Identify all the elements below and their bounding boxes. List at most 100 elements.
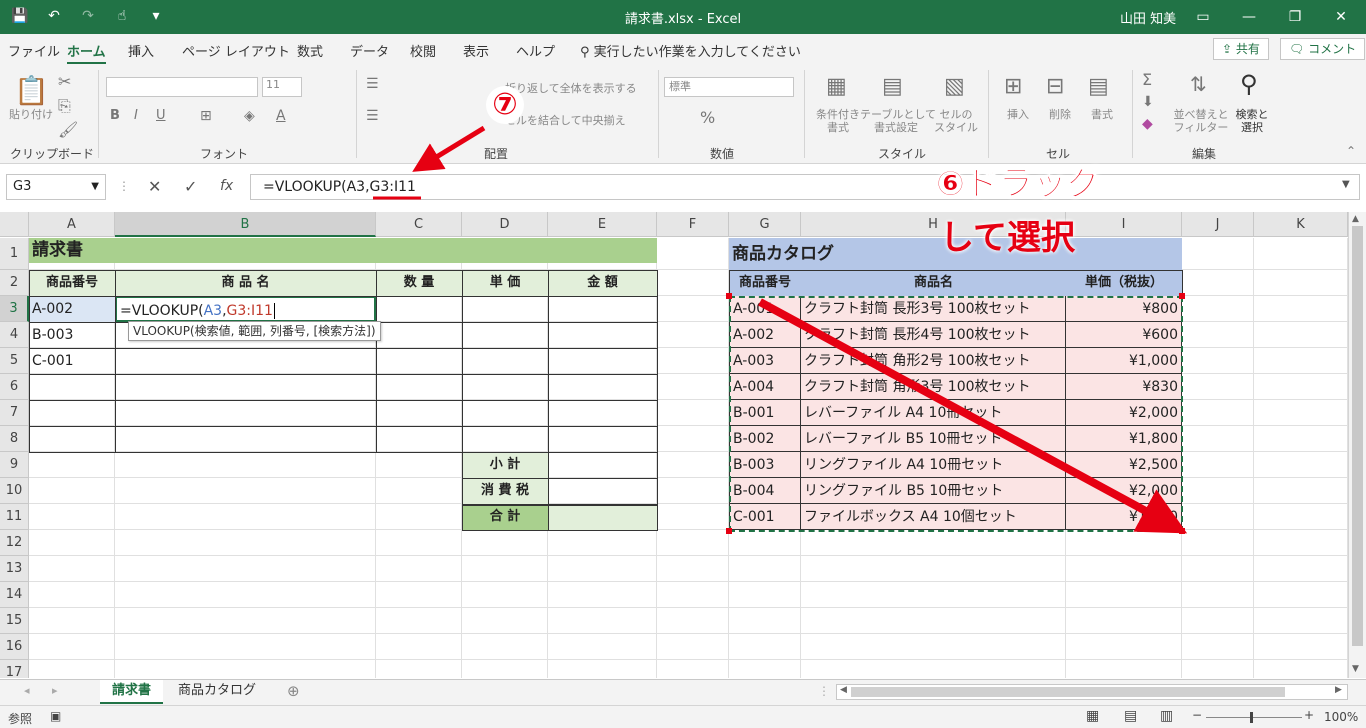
add-sheet-icon[interactable]: ⊕ [287,682,300,700]
format-painter-icon[interactable]: 🖌 [58,120,78,139]
catalog-code-cell[interactable]: A-002 [729,322,801,348]
redo-icon[interactable]: ↷ [78,6,98,26]
catalog-price-cell[interactable]: ¥2,500 [1066,452,1182,478]
zoom-slider[interactable] [1206,717,1302,718]
catalog-name-cell[interactable]: リングファイル B5 10冊セット [801,478,1066,504]
row-header-1[interactable]: 1 [0,238,29,270]
page-layout-view-icon[interactable]: ▤ [1124,708,1137,724]
underline-icon[interactable]: U [156,108,166,123]
page-break-view-icon[interactable]: ▥ [1160,708,1173,724]
bold-icon[interactable]: B [110,108,120,123]
borders-icon[interactable]: ⊞ [200,108,212,124]
clear-icon[interactable]: ◆ [1142,116,1153,132]
catalog-price-cell[interactable]: ¥800 [1066,296,1182,322]
normal-view-icon[interactable]: ▦ [1086,708,1099,724]
tax-label[interactable]: 消 費 税 [462,478,548,504]
row-header-13[interactable]: 13 [0,556,29,582]
scroll-right-icon[interactable]: ▶ [1335,685,1342,695]
selection-handle[interactable] [1179,528,1185,534]
catalog-code-cell[interactable]: B-003 [729,452,801,478]
zoom-slider-thumb[interactable] [1250,712,1253,723]
row-header-15[interactable]: 15 [0,608,29,634]
percent-icon[interactable]: % [700,108,715,127]
formula-input[interactable]: =VLOOKUP(A3,G3:I11 [250,174,1360,200]
sheet-prev-icon[interactable]: ◂ [24,684,30,697]
tell-me-search[interactable]: ⚲ 実行したい作業を入力してください [580,41,801,60]
row-header-7[interactable]: 7 [0,400,29,426]
invoice-header-name[interactable]: 商 品 名 [115,270,376,296]
align-left-icon[interactable]: ☰ [366,108,379,124]
align-top-icon[interactable]: ☰ [366,76,379,92]
tab-insert[interactable]: 挿入 [128,41,154,60]
selection-handle[interactable] [1179,293,1185,299]
restore-button[interactable]: ❐ [1272,0,1318,34]
tab-review[interactable]: 校閲 [410,41,436,60]
row-header-3[interactable]: 3 [0,296,29,322]
row-header-2[interactable]: 2 [0,270,29,296]
delete-cells-label[interactable]: 削除 [1042,108,1078,121]
close-button[interactable]: ✕ [1318,0,1364,34]
share-button[interactable]: ⇪ 共有 [1213,38,1269,60]
row-header-6[interactable]: 6 [0,374,29,400]
tab-help[interactable]: ヘルプ [516,41,555,60]
active-edit-cell[interactable]: =VLOOKUP(A3,G3:I11 [115,296,376,322]
column-header-E[interactable]: E [548,212,657,237]
catalog-code-cell[interactable]: B-001 [729,400,801,426]
format-as-table-icon[interactable]: ▤ [882,74,903,99]
item-code-cell[interactable]: A-002 [29,296,115,322]
font-name-box[interactable] [106,77,258,97]
name-box[interactable]: G3 ▼ [6,174,106,200]
undo-icon[interactable]: ↶ [44,6,64,26]
split-handle-icon[interactable]: ⋮ [818,684,830,698]
catalog-price-cell[interactable]: ¥830 [1066,374,1182,400]
insert-cells-icon[interactable]: ⊞ [1004,74,1022,99]
user-name[interactable]: 山田 知美 [1120,8,1176,27]
catalog-header-code[interactable]: 商品番号 [729,270,801,296]
row-header-9[interactable]: 9 [0,452,29,478]
subtotal-label[interactable]: 小 計 [462,452,548,478]
zoom-in-icon[interactable]: + [1304,708,1314,722]
row-header-11[interactable]: 11 [0,504,29,530]
catalog-code-cell[interactable]: B-004 [729,478,801,504]
tab-formulas[interactable]: 数式 [297,41,323,60]
save-icon[interactable]: 💾 [10,6,30,26]
comment-button[interactable]: 🗨 コメント [1280,38,1366,60]
column-header-J[interactable]: J [1182,212,1254,237]
paste-icon[interactable]: 📋 [14,74,49,107]
sheet-tab-catalog[interactable]: 商品カタログ [166,680,268,704]
insert-function-icon[interactable]: fx [220,178,233,194]
minimize-button[interactable]: — [1226,0,1272,34]
cancel-icon[interactable]: ✕ [148,177,161,196]
scroll-up-icon[interactable]: ▲ [1352,214,1359,224]
catalog-header-name[interactable]: 商品名 [801,270,1066,296]
column-header-A[interactable]: A [29,212,115,237]
fill-color-icon[interactable]: ◈ [244,108,255,124]
select-all-corner[interactable] [0,212,29,237]
invoice-header-code[interactable]: 商品番号 [29,270,115,296]
touch-mode-icon[interactable]: ☝ [112,6,132,26]
catalog-price-cell[interactable]: ¥2,000 [1066,400,1182,426]
item-code-cell[interactable]: B-003 [29,322,115,348]
catalog-code-cell[interactable]: A-004 [729,374,801,400]
worksheet-grid[interactable]: ABCDEFGHIJK 1 2 3 4 5 6 7 8 9 10 11 12 13 14 15 16 17 請求… [0,212,1348,678]
insert-cells-label[interactable]: 挿入 [1000,108,1036,121]
selection-handle[interactable] [726,528,732,534]
catalog-code-cell[interactable]: B-002 [729,426,801,452]
catalog-name-cell[interactable]: クラフト封筒 長形4号 100枚セット [801,322,1066,348]
number-format-box[interactable]: 標準 [664,77,794,97]
catalog-price-cell[interactable]: ¥1,800 [1066,426,1182,452]
catalog-name-cell[interactable]: クラフト封筒 角形2号 100枚セット [801,348,1066,374]
merge-center-button[interactable]: セルを結合して中央揃え [505,114,655,127]
catalog-code-cell[interactable]: A-001 [729,296,801,322]
invoice-header-qty[interactable]: 数 量 [376,270,462,296]
scroll-down-icon[interactable]: ▼ [1352,664,1359,674]
format-cells-label[interactable]: 書式 [1084,108,1120,121]
copy-icon[interactable]: ⎘ [58,96,71,116]
cut-icon[interactable]: ✂ [58,72,71,91]
zoom-level[interactable]: 100% [1324,710,1358,724]
catalog-code-cell[interactable]: C-001 [729,504,801,530]
invoice-header-price[interactable]: 単 価 [462,270,548,296]
selection-handle[interactable] [726,293,732,299]
catalog-price-cell[interactable]: ¥1,200 [1066,504,1182,530]
customize-qat-icon[interactable]: ▾ [146,6,166,26]
